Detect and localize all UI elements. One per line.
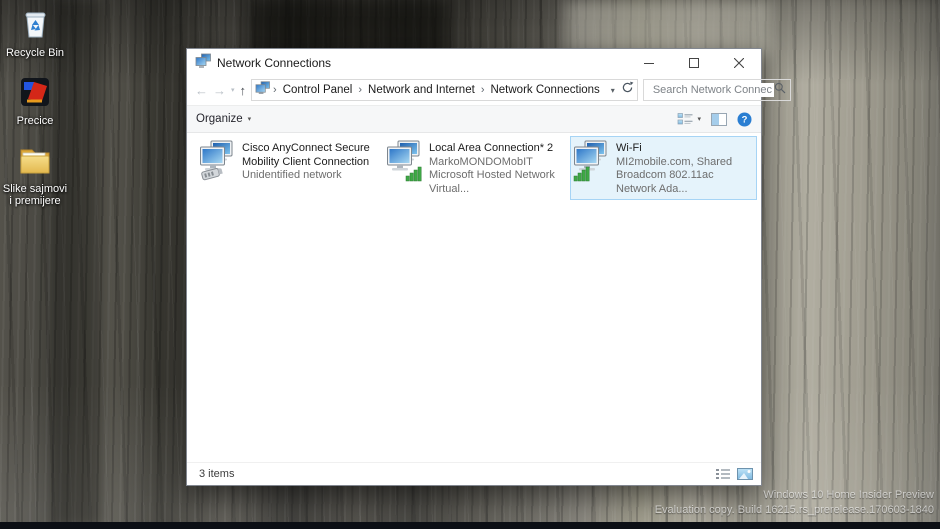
address-location-icon [255, 81, 270, 100]
window-network-icon [195, 53, 211, 74]
connection-name: Wi-Fi [616, 142, 754, 156]
address-bar[interactable]: › Control Panel › Network and Internet ›… [251, 79, 638, 101]
titlebar[interactable]: Network Connections [187, 49, 761, 77]
window-title: Network Connections [217, 56, 331, 70]
desktop-icon-recycle-bin[interactable]: Recycle Bin [2, 6, 68, 59]
details-view-icon [716, 468, 730, 480]
svg-text:?: ? [742, 114, 748, 125]
desktop-icon-label: Slike sajmovi i premijere [2, 183, 68, 207]
refresh-button[interactable] [621, 81, 634, 99]
taskbar[interactable] [0, 522, 940, 529]
items-count: 3 items [199, 468, 234, 480]
precice-app-icon [19, 76, 51, 113]
large-icons-view-icon [737, 468, 753, 480]
connection-status: Unidentified network [242, 169, 380, 183]
ethernet-adapter-signal-icon [386, 140, 422, 196]
connection-device: Broadcom 802.11ac Network Ada... [616, 169, 754, 196]
desktop-icon-precice[interactable]: Precice [2, 76, 68, 127]
insider-watermark: Windows 10 Home Insider Preview Evaluati… [655, 488, 934, 518]
connection-name: Local Area Connection* 2 [429, 142, 567, 156]
connection-name: Cisco AnyConnect Secure Mobility Client … [242, 142, 380, 169]
change-view-button[interactable]: ▾ [677, 112, 701, 126]
wifi-adapter-signal-icon [573, 140, 609, 196]
connection-tile-lan[interactable]: Local Area Connection* 2 MarkoMONDOMobIT… [383, 136, 570, 200]
connection-tile-cisco[interactable]: Cisco AnyConnect Secure Mobility Client … [196, 136, 383, 191]
recycle-bin-icon [18, 6, 52, 45]
maximize-button[interactable] [671, 49, 716, 77]
organize-label: Organize [196, 113, 243, 125]
maximize-icon [689, 58, 699, 68]
desktop-icon-folder[interactable]: Slike sajmovi i premijere [2, 146, 68, 207]
connector-plug-icon [201, 167, 223, 180]
breadcrumb-separator[interactable]: › [272, 84, 278, 96]
breadcrumb-network-and-internet[interactable]: Network and Internet [365, 84, 478, 96]
search-icon[interactable] [774, 81, 786, 99]
navigation-bar: ← → ▾ ↑ › Control Panel › Network and In… [187, 77, 761, 105]
close-button[interactable] [716, 49, 761, 77]
history-dropdown-button[interactable]: ▾ [231, 86, 235, 94]
explorer-window: Network Connections ← → ▾ ↑ [186, 48, 762, 486]
breadcrumb-separator[interactable]: › [357, 84, 363, 96]
refresh-icon [621, 81, 634, 94]
search-input[interactable] [651, 83, 774, 97]
connection-device: Microsoft Hosted Network Virtual... [429, 169, 567, 196]
minimize-icon [644, 58, 654, 68]
breadcrumb-network-connections[interactable]: Network Connections [487, 84, 602, 96]
watermark-line-2: Evaluation copy. Build 16215.rs_prerelea… [655, 503, 934, 518]
command-toolbar: Organize ▾ ▾ [187, 105, 761, 133]
signal-bars-icon [406, 167, 421, 181]
details-view-button[interactable] [716, 468, 730, 480]
breadcrumb-separator[interactable]: › [480, 84, 486, 96]
address-dropdown-button[interactable]: ▾ [607, 86, 619, 95]
chevron-down-icon: ▾ [248, 115, 252, 123]
status-bar: 3 items [187, 462, 761, 485]
ethernet-adapter-disconnected-icon [199, 140, 235, 187]
help-icon: ? [737, 112, 752, 127]
watermark-line-1: Windows 10 Home Insider Preview [655, 488, 934, 503]
change-view-icon [677, 112, 693, 126]
connection-status: MarkoMONDOMobIT [429, 156, 567, 170]
desktop-icon-label: Recycle Bin [2, 47, 68, 59]
help-button[interactable]: ? [737, 112, 752, 127]
preview-pane-icon [711, 113, 727, 126]
preview-pane-button[interactable] [711, 113, 727, 126]
connection-tile-wifi[interactable]: Wi-Fi MI2mobile.com, Shared Broadcom 802… [570, 136, 757, 200]
back-button[interactable]: ← [195, 83, 208, 98]
wallpaper-highlight [565, 0, 770, 55]
folder-icon [18, 146, 52, 181]
chevron-down-icon: ▾ [697, 115, 701, 123]
organize-button[interactable]: Organize ▾ [196, 113, 251, 125]
breadcrumb-control-panel[interactable]: Control Panel [280, 84, 356, 96]
close-icon [734, 58, 744, 68]
forward-button[interactable]: → [213, 83, 226, 98]
desktop-icon-label: Precice [2, 115, 68, 127]
desktop: Recycle Bin Precice Slike sajmovi i prem… [0, 0, 940, 529]
up-button[interactable]: ↑ [240, 83, 247, 98]
search-box[interactable] [643, 79, 791, 101]
connection-status: MI2mobile.com, Shared [616, 156, 754, 170]
minimize-button[interactable] [626, 49, 671, 77]
large-icons-view-button[interactable] [737, 468, 753, 480]
connections-list: Cisco AnyConnect Secure Mobility Client … [187, 133, 761, 462]
